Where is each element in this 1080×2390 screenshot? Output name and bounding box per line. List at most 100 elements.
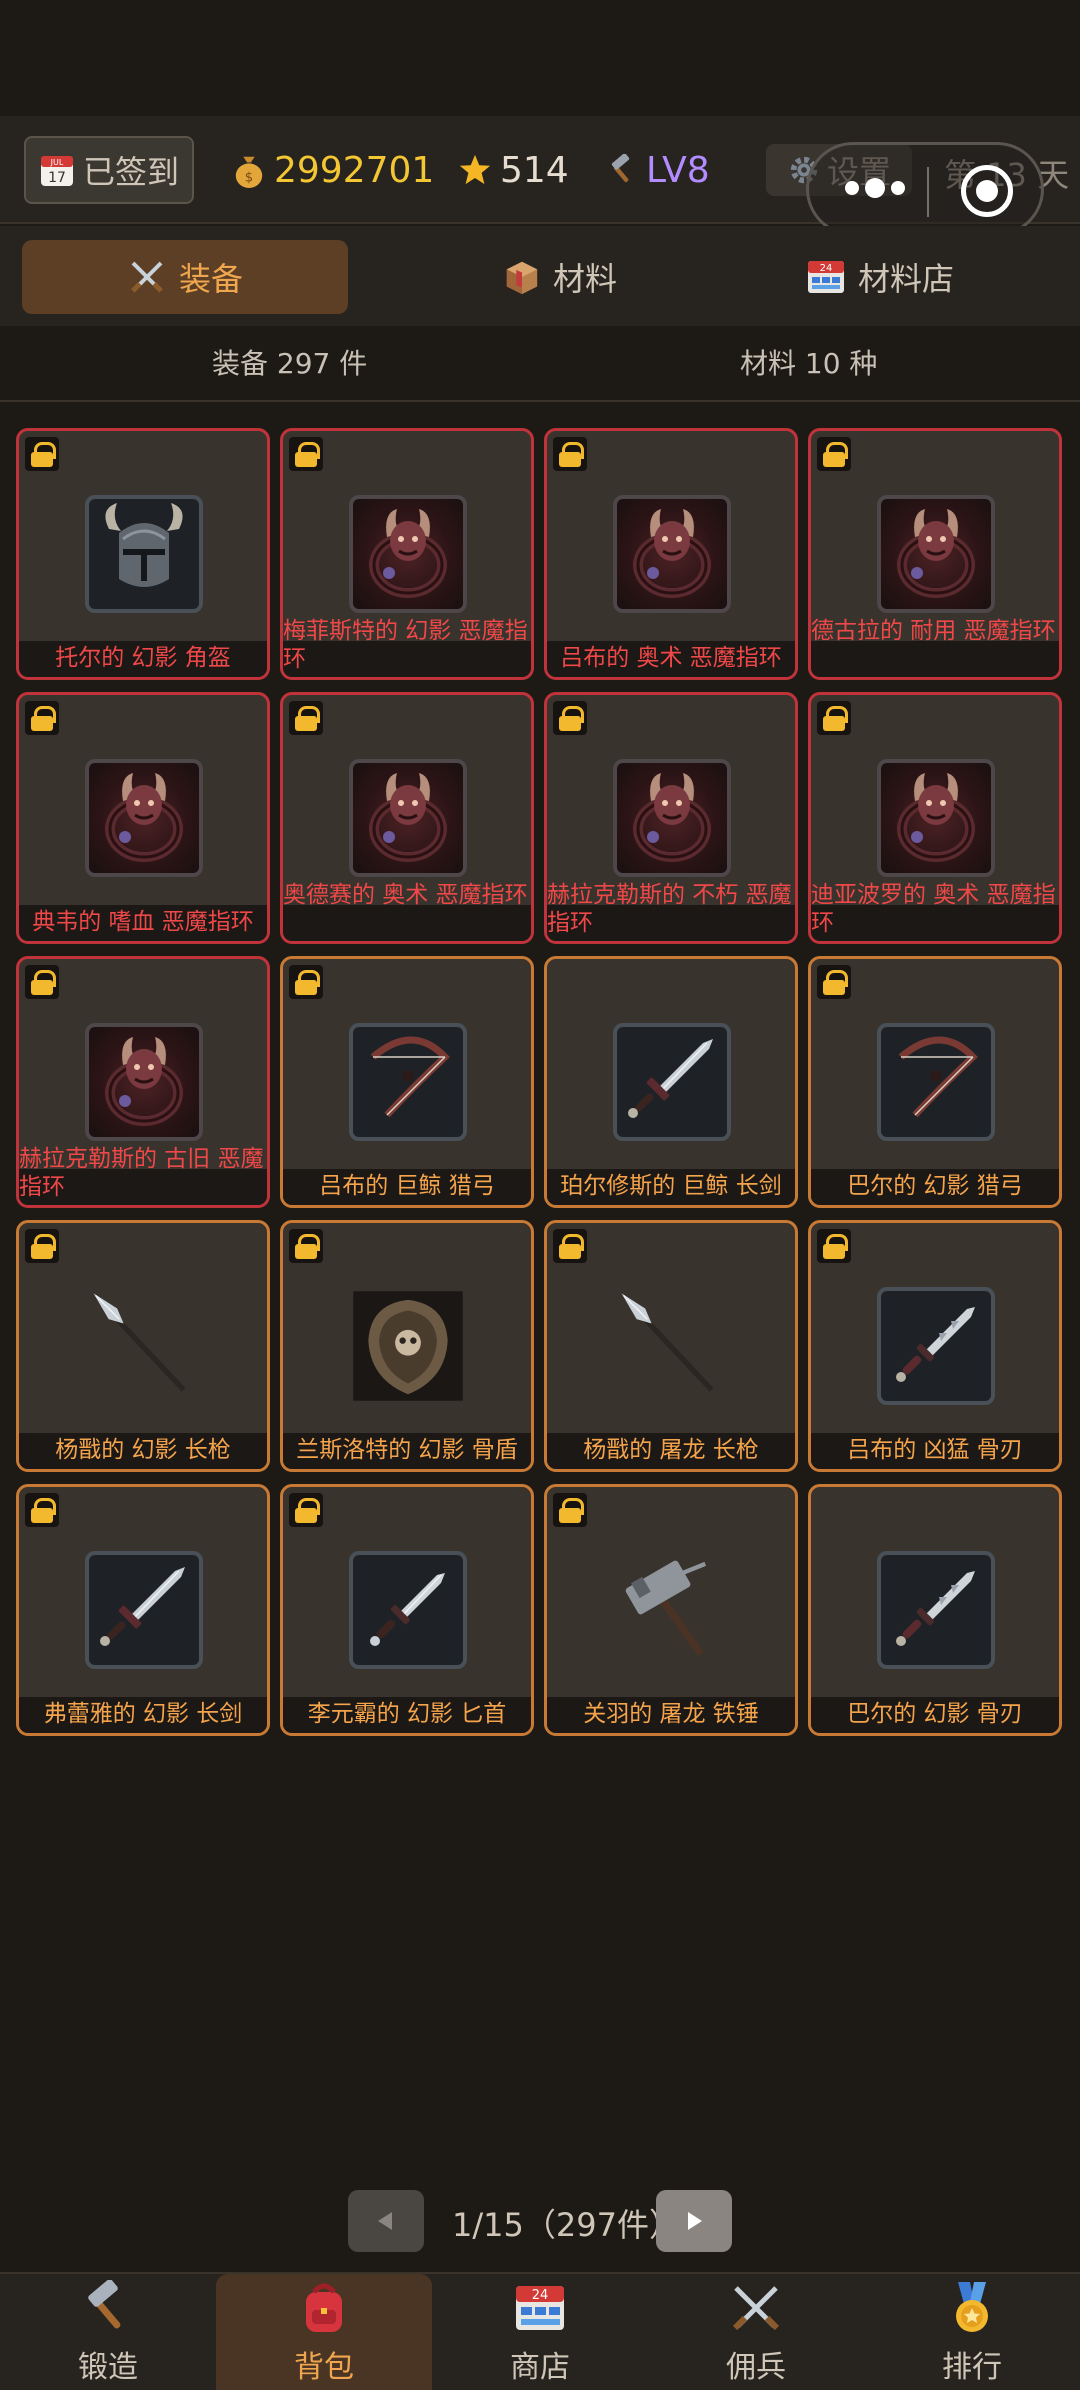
demon-ring-icon (349, 759, 467, 877)
item-name: 吕布的 巨鲸 猎弓 (283, 1169, 531, 1205)
item-card[interactable]: 吕布的 凶猛 骨刃 (808, 1220, 1062, 1472)
item-card[interactable]: 迪亚波罗的 奥术 恶魔指环 (808, 692, 1062, 944)
bow-icon (877, 1023, 995, 1141)
backpack-icon (306, 2283, 342, 2332)
item-name: 珀尔修斯的 巨鲸 长剑 (547, 1169, 795, 1205)
tab-equipment-label: 装备 (178, 260, 243, 298)
lock-icon[interactable] (817, 437, 851, 471)
item-card[interactable]: 赫拉克勒斯的 不朽 恶魔指环 (544, 692, 798, 944)
page-info: 1/15（297件） (452, 2206, 681, 2244)
item-name: 巴尔的 幻影 猎弓 (811, 1169, 1059, 1205)
bone-blade-icon (877, 1551, 995, 1669)
gold-counter: $ 2992701 (232, 140, 434, 200)
item-card[interactable]: 奥德赛的 奥术 恶魔指环 (280, 692, 534, 944)
longsword-icon (85, 1551, 203, 1669)
item-name: 赫拉克勒斯的 不朽 恶魔指环 (547, 881, 795, 941)
miniprogram-capsule (806, 142, 1044, 236)
more-menu-icon[interactable] (845, 178, 905, 198)
item-card[interactable]: 德古拉的 耐用 恶魔指环 (808, 428, 1062, 680)
item-name: 弗蕾雅的 幻影 长剑 (19, 1697, 267, 1733)
lock-icon[interactable] (553, 1493, 587, 1527)
item-name: 德古拉的 耐用 恶魔指环 (811, 617, 1059, 677)
item-card[interactable]: 典韦的 嗜血 恶魔指环 (16, 692, 270, 944)
pagination: 1/15（297件） (0, 2190, 1080, 2256)
crossed-swords-icon (131, 261, 163, 293)
item-name: 奥德赛的 奥术 恶魔指环 (283, 881, 531, 941)
item-card[interactable]: 兰斯洛特的 幻影 骨盾 (280, 1220, 534, 1472)
crossed-swords-icon (732, 2286, 780, 2331)
item-card[interactable]: 弗蕾雅的 幻影 长剑 (16, 1484, 270, 1736)
lock-icon[interactable] (25, 965, 59, 999)
nav-ranking[interactable]: 排行 (864, 2274, 1080, 2390)
item-name: 杨戬的 幻影 长枪 (19, 1433, 267, 1469)
item-card[interactable]: 吕布的 奥术 恶魔指环 (544, 428, 798, 680)
item-name: 巴尔的 幻影 骨刃 (811, 1697, 1059, 1733)
item-name: 吕布的 凶猛 骨刃 (811, 1433, 1059, 1469)
svg-text:$: $ (245, 170, 253, 185)
box-icon (506, 261, 538, 295)
item-card[interactable]: 吕布的 巨鲸 猎弓 (280, 956, 534, 1208)
item-card[interactable]: 杨戬的 幻影 长枪 (16, 1220, 270, 1472)
equipment-count: 装备 297 件 (212, 347, 368, 380)
hammer-icon (88, 2280, 121, 2329)
longsword-icon (613, 1023, 731, 1141)
lock-icon[interactable] (25, 701, 59, 735)
lock-icon[interactable] (817, 701, 851, 735)
next-page-button[interactable] (656, 2190, 732, 2252)
demon-ring-icon (613, 495, 731, 613)
item-card[interactable]: 梅菲斯特的 幻影 恶魔指环 (280, 428, 534, 680)
svg-text:24: 24 (820, 263, 833, 274)
nav-shop[interactable]: 24 商店 (432, 2274, 648, 2390)
lock-icon[interactable] (289, 437, 323, 471)
lock-icon[interactable] (25, 437, 59, 471)
level-indicator: LV8 (606, 140, 710, 200)
nav-forge[interactable]: 锻造 (0, 2274, 216, 2390)
materials-count: 材料 10 种 (740, 347, 878, 380)
lock-icon[interactable] (553, 1229, 587, 1263)
divider (0, 400, 1080, 402)
lock-icon[interactable] (289, 965, 323, 999)
tab-material-shop[interactable]: 24 材料店 (800, 240, 960, 314)
lock-icon[interactable] (289, 701, 323, 735)
lock-icon[interactable] (553, 437, 587, 471)
item-card[interactable]: 赫拉克勒斯的 古旧 恶魔指环 (16, 956, 270, 1208)
nav-backpack[interactable]: 背包 (216, 2274, 432, 2390)
close-miniprogram-icon[interactable] (961, 165, 1013, 217)
item-card[interactable]: 托尔的 幻影 角盔 (16, 428, 270, 680)
item-card[interactable]: 巴尔的 幻影 骨刃 (808, 1484, 1062, 1736)
lock-icon[interactable] (25, 1493, 59, 1527)
demon-ring-icon (877, 495, 995, 613)
demon-ring-icon (877, 759, 995, 877)
item-name: 杨戬的 屠龙 长枪 (547, 1433, 795, 1469)
lock-icon[interactable] (25, 1229, 59, 1263)
item-card[interactable]: 杨戬的 屠龙 长枪 (544, 1220, 798, 1472)
item-card[interactable]: 巴尔的 幻影 猎弓 (808, 956, 1062, 1208)
bow-icon (349, 1023, 467, 1141)
lock-icon[interactable] (289, 1229, 323, 1263)
level-value: LV8 (646, 149, 710, 191)
item-card[interactable]: 关羽的 屠龙 铁锤 (544, 1484, 798, 1736)
lock-icon[interactable] (553, 701, 587, 735)
item-name: 关羽的 屠龙 铁锤 (547, 1697, 795, 1733)
bone-blade-icon (877, 1287, 995, 1405)
lock-icon[interactable] (817, 965, 851, 999)
star-icon (459, 154, 491, 185)
item-card[interactable]: 珀尔修斯的 巨鲸 长剑 (544, 956, 798, 1208)
prev-page-button[interactable] (348, 2190, 424, 2252)
tab-equipment[interactable]: 装备 (22, 240, 348, 314)
triangle-left-icon (378, 2212, 392, 2230)
item-name: 兰斯洛特的 幻影 骨盾 (283, 1433, 531, 1469)
signin-label: 已签到 (82, 153, 179, 191)
item-card[interactable]: 李元霸的 幻影 匕首 (280, 1484, 534, 1736)
lock-icon[interactable] (289, 1493, 323, 1527)
nav-ranking-label: 排行 (942, 2350, 1002, 2385)
money-bag-icon: $ (235, 156, 263, 188)
nav-mercenary[interactable]: 佣兵 (648, 2274, 864, 2390)
gold-value: 2992701 (274, 149, 435, 191)
bone-shield-icon (349, 1287, 467, 1405)
dagger-icon (349, 1551, 467, 1669)
signin-button[interactable]: JUL 17 已签到 (24, 136, 194, 204)
item-name: 典韦的 嗜血 恶魔指环 (19, 905, 267, 941)
tab-materials[interactable]: 材料 (460, 240, 660, 314)
lock-icon[interactable] (817, 1229, 851, 1263)
